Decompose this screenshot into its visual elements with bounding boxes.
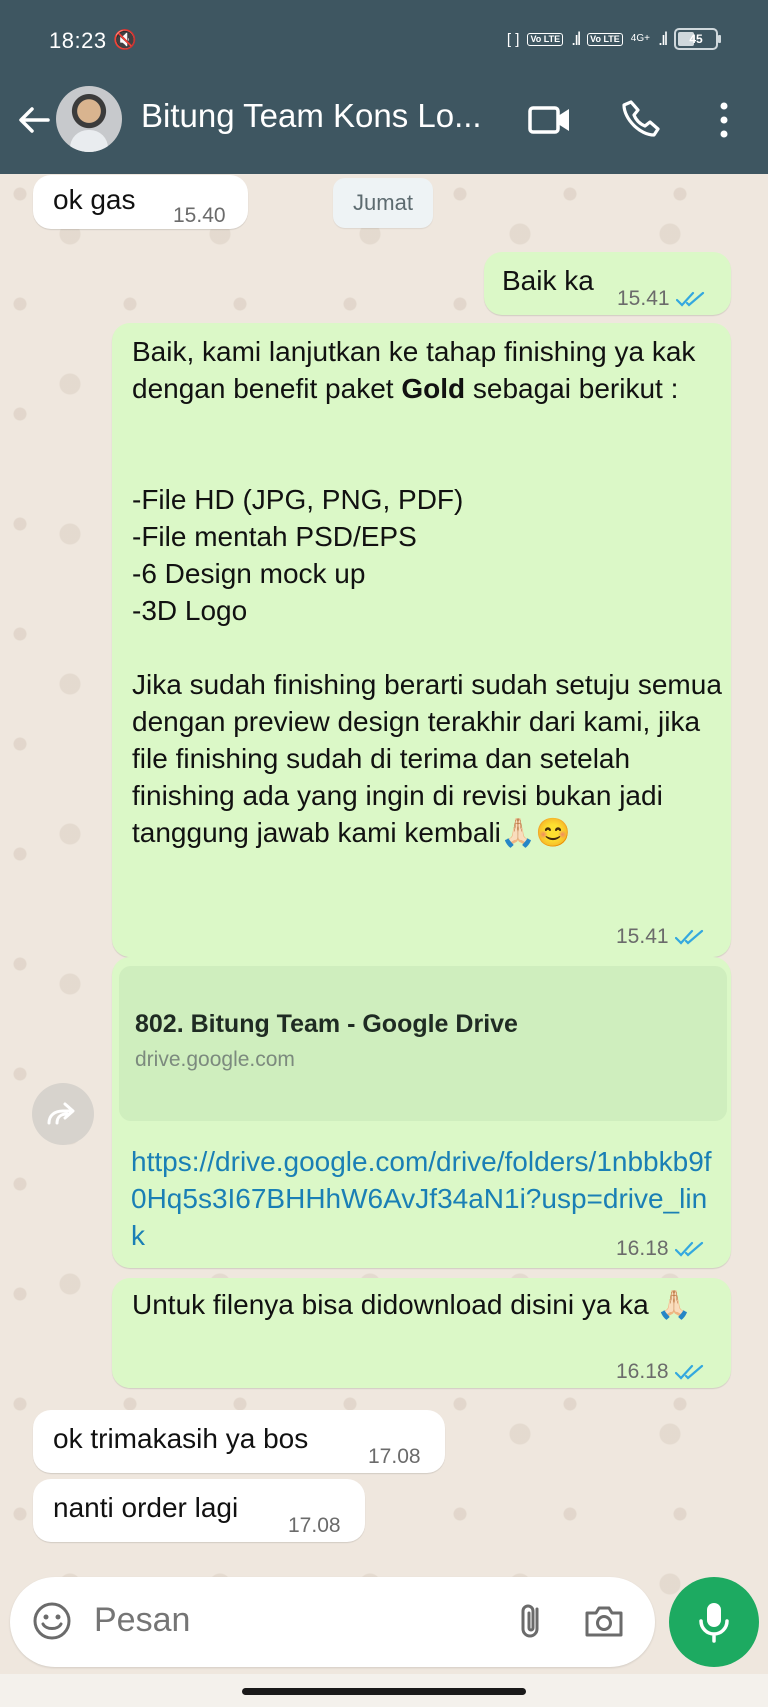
day-separator: Jumat bbox=[333, 178, 433, 228]
message-time: 16.18 bbox=[616, 1360, 669, 1383]
message-text: nanti order lagi bbox=[53, 1492, 239, 1523]
emoji-icon[interactable] bbox=[30, 1599, 74, 1643]
message-text: Untuk filenya bisa didownload disini ya … bbox=[132, 1289, 692, 1320]
message-input[interactable] bbox=[94, 1601, 454, 1640]
network-type: 4G+ bbox=[630, 33, 650, 44]
message-intro: Baik, kami lanjutkan ke tahap finishing … bbox=[132, 333, 722, 407]
read-receipt-icon bbox=[675, 291, 704, 307]
home-indicator[interactable] bbox=[242, 1688, 526, 1695]
message-link[interactable]: https://drive.google.com/drive/folders/1… bbox=[131, 1143, 721, 1254]
read-receipt-icon bbox=[674, 929, 703, 945]
outgoing-message[interactable]: Baik, kami lanjutkan ke tahap finishing … bbox=[112, 323, 731, 957]
status-time: 18:23 bbox=[49, 28, 107, 53]
benefit-list: -File HD (JPG, PNG, PDF) -File mentah PS… bbox=[132, 484, 464, 626]
message-meta: 15.41 bbox=[617, 280, 706, 317]
forward-button[interactable] bbox=[32, 1083, 94, 1145]
intro-text-end: sebagai berikut : bbox=[465, 373, 679, 404]
signal-icon-2: .ıl bbox=[657, 28, 668, 49]
outgoing-message[interactable]: Baik ka 15.41 bbox=[484, 252, 731, 315]
read-receipt-icon bbox=[674, 1364, 703, 1380]
message-text: ok trimakasih ya bos bbox=[53, 1423, 309, 1454]
attach-icon[interactable] bbox=[510, 1599, 554, 1643]
message-time: 17.08 bbox=[368, 1445, 421, 1468]
message-time: 17.08 bbox=[288, 1514, 341, 1537]
mic-button[interactable] bbox=[669, 1577, 759, 1667]
message-meta: 15.41 bbox=[616, 918, 705, 955]
link-preview-card[interactable]: 802. Bitung Team - Google Drive drive.go… bbox=[119, 966, 727, 1121]
message-composer[interactable] bbox=[10, 1577, 655, 1667]
back-arrow-icon[interactable] bbox=[14, 100, 54, 140]
message-text: ok gas bbox=[53, 184, 136, 215]
volte-icon-1: Vo LTE bbox=[527, 32, 564, 46]
more-vertical-icon[interactable] bbox=[700, 96, 748, 144]
status-bar: 18:23 🔇 [ ] Vo LTE .ıl Vo LTE 4G+ .ıl 45 bbox=[0, 0, 768, 84]
message-meta: 16.18 bbox=[616, 1353, 705, 1390]
incoming-message[interactable]: nanti order lagi 17.08 bbox=[33, 1479, 365, 1542]
avatar[interactable] bbox=[56, 86, 122, 152]
battery-icon: 45 bbox=[674, 28, 721, 50]
message-time: 15.40 bbox=[173, 204, 226, 227]
app-header: 18:23 🔇 [ ] Vo LTE .ıl Vo LTE 4G+ .ıl 45… bbox=[0, 0, 768, 174]
volte-icon-2: Vo LTE bbox=[587, 32, 623, 46]
message-closing: Jika sudah finishing berarti sudah setuj… bbox=[132, 669, 722, 848]
incoming-message[interactable]: ok gas 15.40 bbox=[33, 175, 248, 229]
hotspot-icon: [ ] bbox=[506, 30, 520, 48]
message-time: 15.41 bbox=[617, 287, 670, 310]
status-icons: [ ] Vo LTE .ıl Vo LTE 4G+ .ıl 45 bbox=[506, 28, 721, 50]
outgoing-message[interactable]: Untuk filenya bisa didownload disini ya … bbox=[112, 1278, 731, 1388]
message-body: Baik, kami lanjutkan ke tahap finishing … bbox=[132, 333, 722, 851]
intro-bold-text: Gold bbox=[401, 373, 466, 404]
link-preview-title: 802. Bitung Team - Google Drive bbox=[135, 1010, 518, 1038]
message-time: 15.41 bbox=[616, 925, 669, 948]
camera-icon[interactable] bbox=[582, 1599, 626, 1643]
forward-icon bbox=[47, 1102, 75, 1125]
voice-call-icon[interactable] bbox=[618, 96, 666, 144]
incoming-message[interactable]: ok trimakasih ya bos 17.08 bbox=[33, 1410, 445, 1473]
mic-icon bbox=[699, 1603, 729, 1643]
battery-level: 45 bbox=[689, 32, 703, 46]
video-call-icon[interactable] bbox=[526, 96, 574, 144]
message-text: Baik ka bbox=[502, 265, 594, 296]
link-preview-domain: drive.google.com bbox=[135, 1048, 295, 1071]
signal-icon-1: .ıl bbox=[571, 28, 581, 49]
mute-icon: 🔇 bbox=[113, 30, 137, 51]
chat-title[interactable]: Bitung Team Kons Lo... bbox=[141, 97, 482, 135]
